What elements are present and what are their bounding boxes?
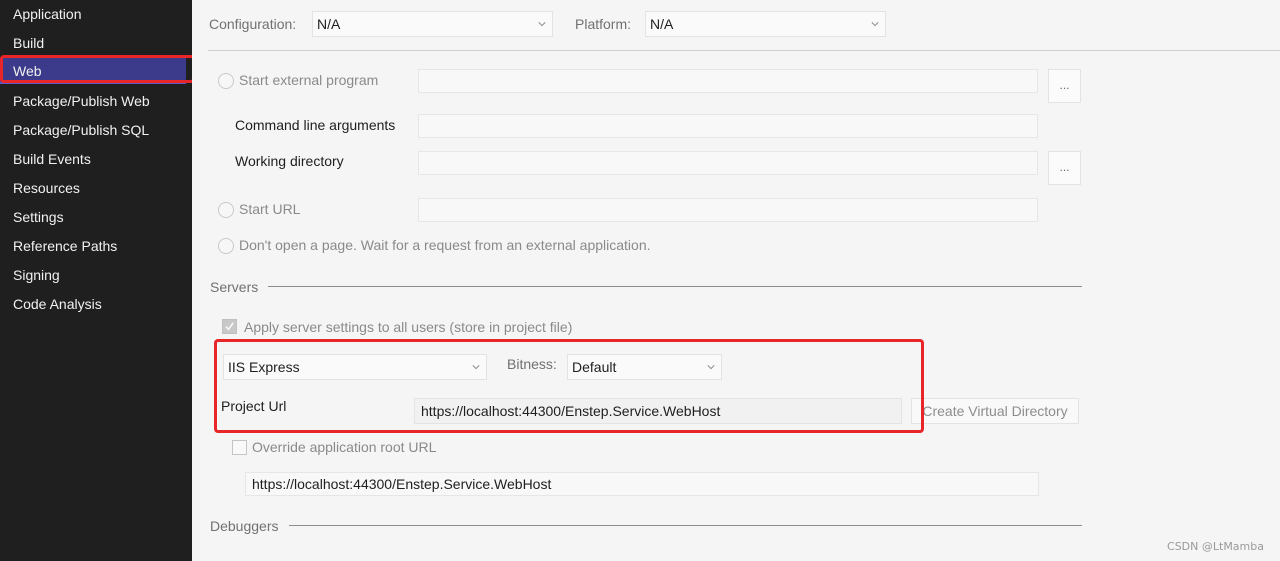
platform-value: N/A [650, 16, 674, 32]
create-virtual-directory-button[interactable]: Create Virtual Directory [911, 398, 1079, 424]
server-dropdown[interactable]: IIS Express [223, 354, 487, 380]
bitness-label: Bitness: [507, 356, 557, 372]
sidebar-item-package-publish-sql[interactable]: Package/Publish SQL [0, 117, 192, 143]
working-dir-field[interactable] [418, 151, 1038, 175]
servers-divider [268, 286, 1082, 287]
cmd-args-label: Command line arguments [235, 117, 396, 133]
sidebar-item-package-publish-web[interactable]: Package/Publish Web [0, 88, 192, 114]
chevron-down-icon [538, 22, 546, 27]
start-external-label: Start external program [239, 72, 379, 88]
sidebar-item-build-events[interactable]: Build Events [0, 146, 192, 172]
header-divider [208, 50, 1280, 51]
working-dir-label: Working directory [235, 153, 344, 169]
apply-all-users-label: Apply server settings to all users (stor… [244, 319, 573, 335]
sidebar-item-application[interactable]: Application [0, 1, 192, 27]
web-properties-panel: Configuration: N/A Platform: N/A Start e… [192, 0, 1280, 561]
sidebar-item-build[interactable]: Build [0, 30, 192, 56]
start-url-radio[interactable] [218, 202, 234, 218]
start-url-field[interactable] [418, 198, 1038, 222]
project-url-label: Project Url [221, 398, 287, 414]
sidebar-item-resources[interactable]: Resources [0, 175, 192, 201]
sidebar-item-code-analysis[interactable]: Code Analysis [0, 291, 192, 317]
override-root-label: Override application root URL [252, 439, 437, 455]
apply-all-users-checkbox[interactable] [222, 319, 237, 334]
override-root-field[interactable]: https://localhost:44300/Enstep.Service.W… [245, 472, 1039, 496]
start-url-label: Start URL [239, 201, 301, 217]
watermark: CSDN @LtMamba [1167, 540, 1264, 553]
bitness-value: Default [572, 359, 617, 375]
configuration-label: Configuration: [209, 16, 297, 32]
cmd-args-field[interactable] [418, 114, 1038, 138]
debuggers-section-label: Debuggers [210, 518, 279, 534]
override-root-checkbox[interactable] [232, 440, 247, 455]
start-external-radio[interactable] [218, 73, 234, 89]
sidebar: Application Build Web Package/Publish We… [0, 0, 192, 561]
sidebar-item-web[interactable]: Web [0, 58, 186, 84]
platform-dropdown[interactable]: N/A [645, 11, 886, 37]
configuration-value: N/A [317, 16, 341, 32]
chevron-down-icon [707, 365, 715, 370]
sidebar-item-signing[interactable]: Signing [0, 262, 192, 288]
server-value: IIS Express [228, 359, 300, 375]
sidebar-item-reference-paths[interactable]: Reference Paths [0, 233, 192, 259]
chevron-down-icon [472, 365, 480, 370]
platform-label: Platform: [575, 16, 632, 32]
chevron-down-icon [871, 22, 879, 27]
debuggers-divider [289, 525, 1082, 526]
browse-working-dir-button[interactable]: ... [1048, 151, 1081, 185]
external-program-field[interactable] [418, 69, 1038, 93]
browse-external-button[interactable]: ... [1048, 69, 1081, 103]
project-url-field[interactable]: https://localhost:44300/Enstep.Service.W… [414, 398, 902, 424]
servers-section-label: Servers [210, 279, 259, 295]
dont-open-radio[interactable] [218, 238, 234, 254]
dont-open-label: Don't open a page. Wait for a request fr… [239, 237, 651, 253]
sidebar-item-settings[interactable]: Settings [0, 204, 192, 230]
configuration-dropdown[interactable]: N/A [312, 11, 553, 37]
bitness-dropdown[interactable]: Default [567, 354, 722, 380]
checkmark-icon [225, 322, 234, 331]
